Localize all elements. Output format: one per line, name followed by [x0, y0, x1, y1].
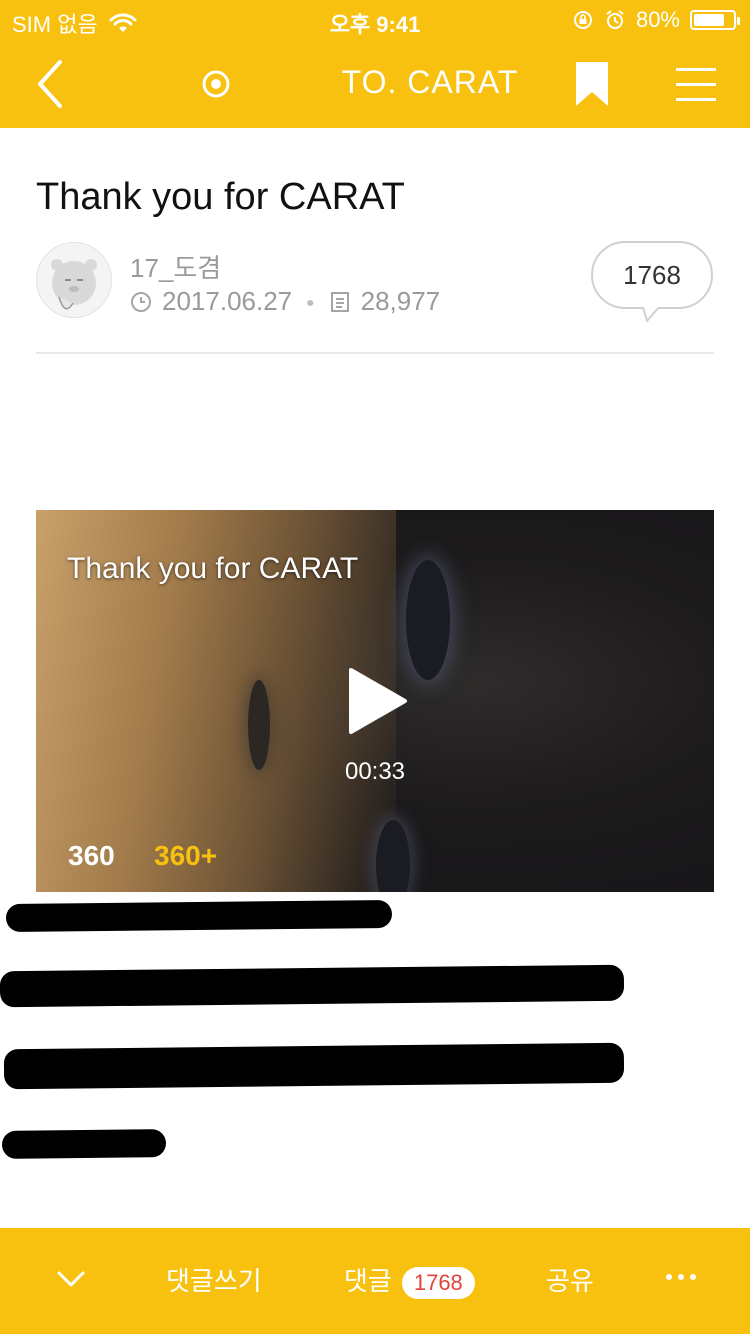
author-avatar[interactable] — [36, 242, 112, 318]
comments-count-badge: 1768 — [401, 1267, 475, 1300]
redacted-text-line — [3, 1042, 625, 1090]
redacted-text-line — [5, 899, 393, 933]
status-bar: SIM 없음 오후 9:41 80% — [0, 0, 750, 40]
chevron-down-icon[interactable] — [56, 1264, 86, 1294]
meta-separator: ● — [306, 293, 315, 310]
comment-count-bubble[interactable]: 1768 — [591, 241, 713, 322]
back-chevron-icon[interactable] — [32, 58, 78, 110]
nav-title: TO. CARAT — [341, 64, 519, 100]
bottom-action-bar: 댓글쓰기 댓글 1768 공유 — [0, 1228, 750, 1334]
status-right: 80% — [572, 7, 740, 33]
bookmark-icon[interactable] — [574, 62, 610, 106]
video-thumbnail-object — [248, 680, 270, 770]
orientation-lock-icon — [573, 11, 592, 29]
share-button[interactable]: 공유 — [546, 1228, 594, 1334]
navigation-bar: TO. CARAT — [0, 40, 750, 128]
comment-count: 1768 — [623, 260, 681, 290]
quality-360-button[interactable]: 360 — [68, 840, 115, 872]
alarm-icon — [606, 10, 624, 29]
clock-icon — [131, 291, 151, 312]
radio-target-icon[interactable] — [196, 64, 236, 104]
redacted-text-line — [1, 1129, 167, 1159]
post-date: 2017.06.27 — [162, 286, 293, 316]
battery-percent: 80% — [635, 7, 680, 32]
author-name[interactable]: 17_도겸 — [130, 248, 221, 285]
comments-button[interactable]: 댓글 1768 — [344, 1228, 475, 1334]
redacted-text-line — [0, 964, 625, 1008]
top-bar: SIM 없음 오후 9:41 80% TO. CARAT — [0, 0, 750, 128]
write-comment-button[interactable]: 댓글쓰기 — [166, 1228, 262, 1334]
hamburger-menu-icon[interactable] — [676, 66, 716, 102]
video-thumbnail-object — [376, 820, 410, 892]
battery-icon — [690, 10, 740, 30]
video-title: Thank you for CARAT — [67, 552, 359, 585]
post-title: Thank you for CARAT — [36, 176, 405, 218]
header-divider — [36, 352, 714, 354]
video-duration: 00:33 — [344, 758, 406, 785]
play-icon[interactable] — [347, 666, 409, 736]
more-options-icon[interactable] — [664, 1262, 698, 1292]
video-player[interactable]: Thank you for CARAT 00:33 360 360+ — [36, 510, 714, 892]
quality-360-plus-button[interactable]: 360+ — [154, 840, 217, 872]
post-views: 28,977 — [360, 286, 441, 316]
battery-fill — [694, 14, 724, 26]
post-meta: 2017.06.27 ● 28,977 — [130, 286, 440, 317]
ryan-character-icon — [51, 259, 97, 310]
video-thumbnail-object — [406, 560, 450, 680]
comments-label: 댓글 — [344, 1266, 392, 1296]
document-views-icon — [330, 291, 349, 312]
